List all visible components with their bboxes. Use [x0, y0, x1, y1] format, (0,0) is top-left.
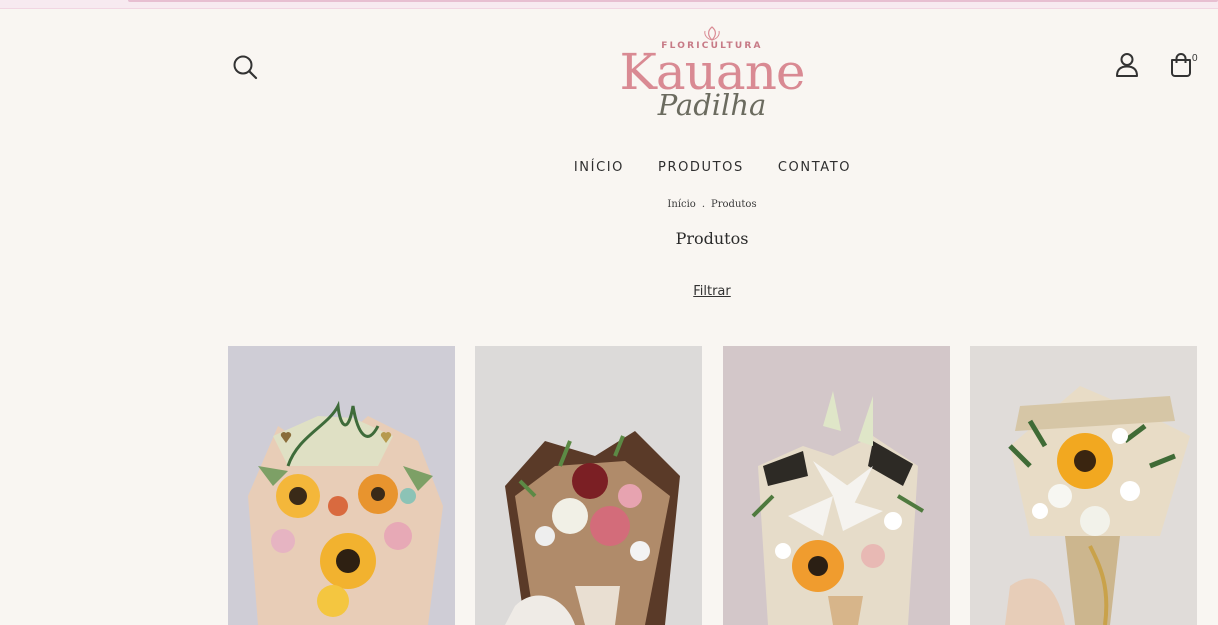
store-logo[interactable]: FLORICULTURA Kauane Padilha: [612, 24, 812, 124]
breadcrumb-home-link[interactable]: Início: [667, 199, 695, 210]
bouquet-roses-image: [475, 346, 702, 625]
product-card[interactable]: [475, 346, 702, 625]
page-title: Produtos: [675, 229, 749, 248]
main-navigation: INÍCIO PRODUTOS CONTATO: [0, 158, 1218, 177]
cart-count-badge: 0: [1192, 53, 1198, 64]
announcement-bar: [0, 0, 1218, 9]
product-card[interactable]: [228, 346, 455, 625]
shopping-bag-icon: [1171, 53, 1191, 77]
announcement-bar-accent: [128, 0, 1218, 2]
search-icon: [233, 55, 258, 80]
product-card[interactable]: [970, 346, 1197, 625]
bouquet-sunflower-roses-image: [970, 346, 1197, 625]
account-button[interactable]: [1110, 48, 1144, 82]
product-card[interactable]: [723, 346, 950, 625]
nav-item-produtos[interactable]: PRODUTOS: [641, 158, 761, 177]
bouquet-lily-image: [723, 346, 950, 625]
user-icon: [1116, 53, 1138, 77]
nav-item-contato[interactable]: CONTATO: [761, 158, 868, 177]
bouquet-sunflowers-image: [228, 346, 455, 625]
filter-control: Filtrar: [0, 284, 1218, 299]
breadcrumb-separator: .: [701, 199, 706, 210]
nav-item-inicio[interactable]: INÍCIO: [557, 158, 641, 177]
search-button[interactable]: [228, 50, 262, 84]
filter-button[interactable]: Filtrar: [693, 284, 731, 299]
breadcrumb: Início. Produtos: [0, 199, 1218, 210]
flower-logo-icon: [704, 26, 720, 41]
logo-surname: Padilha: [657, 88, 767, 122]
breadcrumb-current: Produtos: [711, 199, 757, 210]
